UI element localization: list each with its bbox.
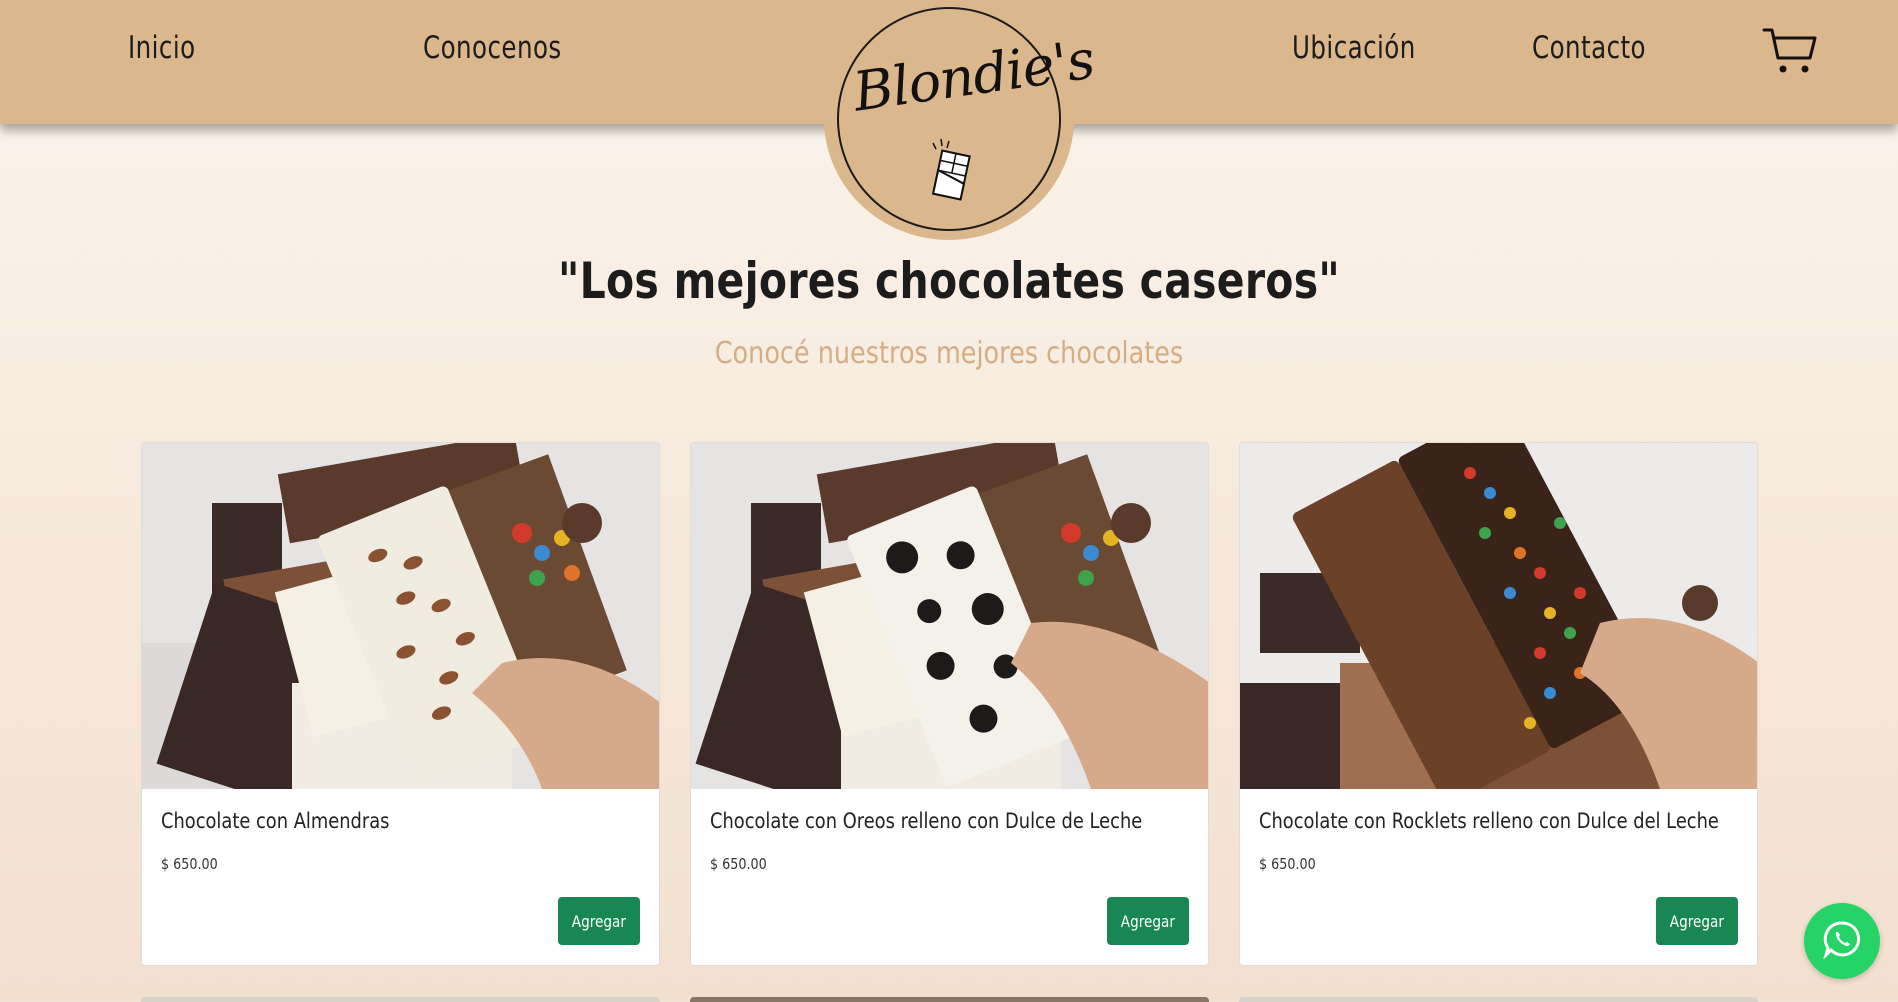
product-price: $ 650.00	[1259, 855, 1316, 873]
product-card-partial	[1239, 997, 1758, 1002]
product-image-oreos	[691, 443, 1208, 789]
add-to-cart-button[interactable]: Agregar	[1656, 897, 1738, 945]
product-card: Chocolate con Oreos relleno con Dulce de…	[690, 442, 1209, 966]
product-image-rocklets	[1240, 443, 1757, 789]
product-price: $ 650.00	[710, 855, 767, 873]
chocolate-bar-icon	[923, 137, 979, 212]
nav-link-conocenos[interactable]: Conocenos	[423, 30, 562, 66]
add-to-cart-button[interactable]: Agregar	[558, 897, 640, 945]
product-card: Chocolate con Rocklets relleno con Dulce…	[1239, 442, 1758, 966]
product-card-partial	[690, 997, 1209, 1002]
hero-subtitle: Conocé nuestros mejores chocolates	[714, 336, 1184, 371]
logo-text: Blondie's	[849, 27, 1098, 124]
shopping-cart-icon[interactable]	[1762, 26, 1818, 81]
nav-link-inicio[interactable]: Inicio	[128, 30, 196, 66]
logo[interactable]: Blondie's	[824, 0, 1098, 240]
add-to-cart-button[interactable]: Agregar	[1107, 897, 1189, 945]
product-card: Chocolate con Almendras $ 650.00 Agregar	[141, 442, 660, 966]
product-title: Chocolate con Rocklets relleno con Dulce…	[1259, 809, 1719, 833]
product-title: Chocolate con Oreos relleno con Dulce de…	[710, 809, 1143, 833]
product-image-almendras	[142, 443, 659, 789]
product-title: Chocolate con Almendras	[161, 809, 390, 833]
add-to-cart-label: Agregar	[1120, 911, 1176, 931]
hero-title: "Los mejores chocolates caseros"	[558, 252, 1340, 310]
add-to-cart-label: Agregar	[1669, 911, 1725, 931]
nav-link-contacto[interactable]: Contacto	[1532, 30, 1646, 66]
whatsapp-button[interactable]	[1804, 903, 1880, 979]
nav-link-ubicacion[interactable]: Ubicación	[1292, 30, 1416, 66]
add-to-cart-label: Agregar	[571, 911, 627, 931]
product-price: $ 650.00	[161, 855, 218, 873]
whatsapp-icon	[1822, 919, 1862, 964]
product-card-partial	[141, 997, 660, 1002]
logo-ring: Blondie's	[837, 7, 1098, 231]
